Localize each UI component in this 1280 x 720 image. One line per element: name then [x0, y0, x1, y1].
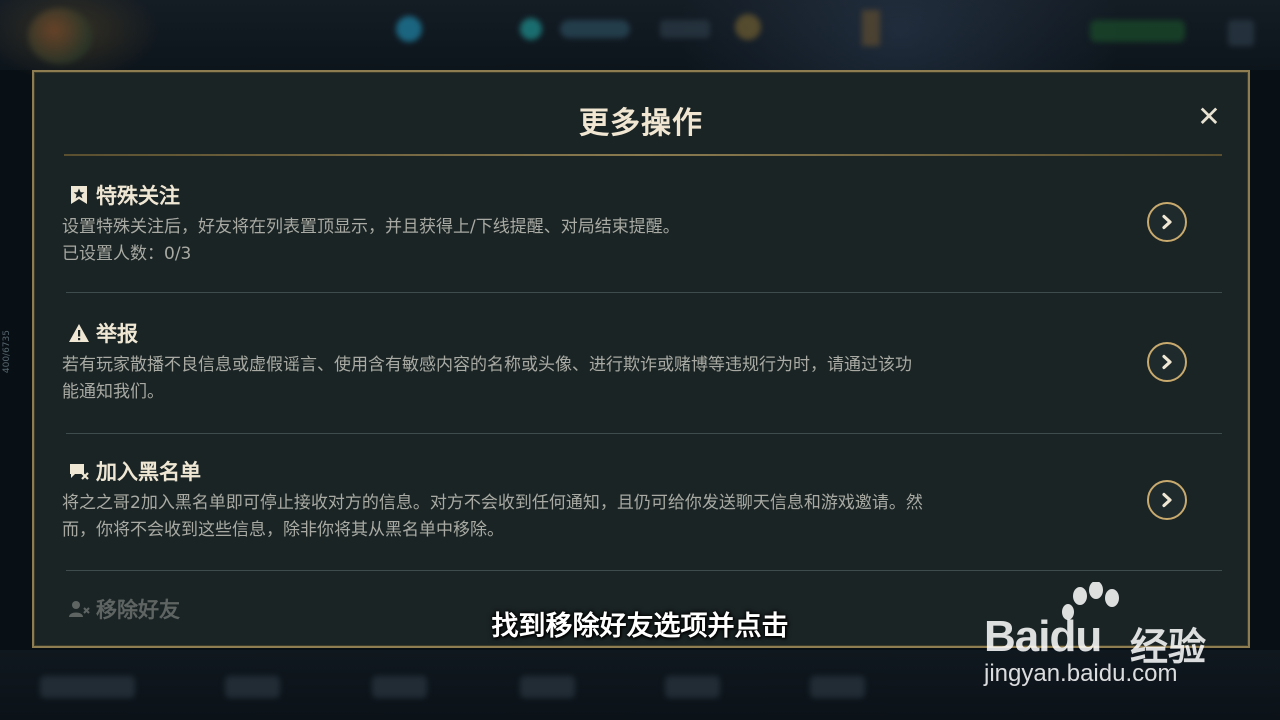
blurred-nav-item	[810, 676, 865, 698]
avatar	[28, 8, 92, 64]
blacklist-title: 加入黑名单	[68, 458, 201, 486]
blacklist-desc-line: 而，你将不会收到这些信息，除非你将其从黑名单中移除。	[62, 520, 504, 540]
blurred-nav-item	[372, 676, 427, 698]
row-divider	[66, 292, 1222, 293]
blurred-top-bar	[0, 0, 1280, 68]
star-bookmark-icon	[68, 184, 90, 206]
more-actions-dialog: 更多操作 ✕ 特殊关注 设置特殊关注后，好友将在列表置顶显示，并且获得上/下线提…	[32, 70, 1250, 648]
blurred-banner-icon	[862, 10, 880, 46]
row-divider	[66, 570, 1222, 571]
report-desc-line: 若有玩家散播不良信息或虚假谣言、使用含有敏感内容的名称或头像、进行欺诈或赌博等违…	[62, 355, 912, 375]
report-desc-line: 能通知我们。	[62, 382, 164, 402]
blurred-nav-item	[225, 676, 280, 698]
blacklist-label: 加入黑名单	[96, 460, 201, 484]
title-divider	[64, 154, 1222, 156]
block-chat-icon	[68, 460, 90, 482]
blacklist-desc: 将之之哥2加入黑名单即可停止接收对方的信息。对方不会收到任何通知，且仍可给你发送…	[62, 490, 1052, 544]
blurred-player-name	[136, 18, 236, 40]
blurred-currency-icon-2	[520, 18, 542, 40]
blurred-settings-icon	[1228, 20, 1254, 46]
special-follow-label: 特殊关注	[96, 184, 180, 208]
special-follow-desc-line: 设置特殊关注后，好友将在列表置顶显示，并且获得上/下线提醒、对局结束提醒。	[62, 217, 680, 237]
blurred-currency-value	[560, 20, 630, 38]
blurred-currency-icon	[396, 16, 422, 42]
blacklist-arrow-button[interactable]	[1147, 480, 1187, 520]
side-version-text: 400/6735	[2, 330, 12, 374]
blurred-online-status	[1090, 20, 1185, 42]
special-follow-count: 已设置人数：0/3	[62, 244, 192, 264]
chevron-right-icon	[1162, 354, 1172, 370]
blacklist-desc-line: 将之之哥2加入黑名单即可停止接收对方的信息。对方不会收到任何通知，且仍可给你发送…	[62, 493, 923, 513]
report-arrow-button[interactable]	[1147, 342, 1187, 382]
blurred-nav-item	[40, 676, 135, 698]
report-title: 举报	[68, 320, 138, 348]
report-row[interactable]: 举报 若有玩家散播不良信息或虚假谣言、使用含有敏感内容的名称或头像、进行欺诈或赌…	[62, 320, 1222, 420]
blurred-badge-icon	[735, 14, 761, 40]
blurred-nav-item	[665, 676, 720, 698]
chevron-right-icon	[1162, 214, 1172, 230]
special-follow-row[interactable]: 特殊关注 设置特殊关注后，好友将在列表置顶显示，并且获得上/下线提醒、对局结束提…	[62, 182, 1222, 282]
warning-icon	[68, 322, 90, 344]
blacklist-row[interactable]: 加入黑名单 将之之哥2加入黑名单即可停止接收对方的信息。对方不会收到任何通知，且…	[62, 458, 1222, 558]
baidu-jingyan-watermark: Baidu 经验 jingyan.baidu.com	[982, 582, 1272, 702]
special-follow-desc: 设置特殊关注后，好友将在列表置顶显示，并且获得上/下线提醒、对局结束提醒。 已设…	[62, 214, 1052, 268]
report-label: 举报	[96, 322, 138, 346]
special-follow-title: 特殊关注	[68, 182, 180, 210]
special-follow-arrow-button[interactable]	[1147, 202, 1187, 242]
row-divider	[66, 433, 1222, 434]
blurred-status	[660, 20, 710, 38]
watermark-url: jingyan.baidu.com	[984, 660, 1178, 687]
blurred-nav-item	[520, 676, 575, 698]
dialog-title: 更多操作	[579, 106, 703, 141]
close-button[interactable]: ✕	[1194, 102, 1224, 132]
baidu-logo-text: Baidu	[984, 612, 1102, 661]
chevron-right-icon	[1162, 492, 1172, 508]
report-desc: 若有玩家散播不良信息或虚假谣言、使用含有敏感内容的名称或头像、进行欺诈或赌博等违…	[62, 352, 1052, 406]
